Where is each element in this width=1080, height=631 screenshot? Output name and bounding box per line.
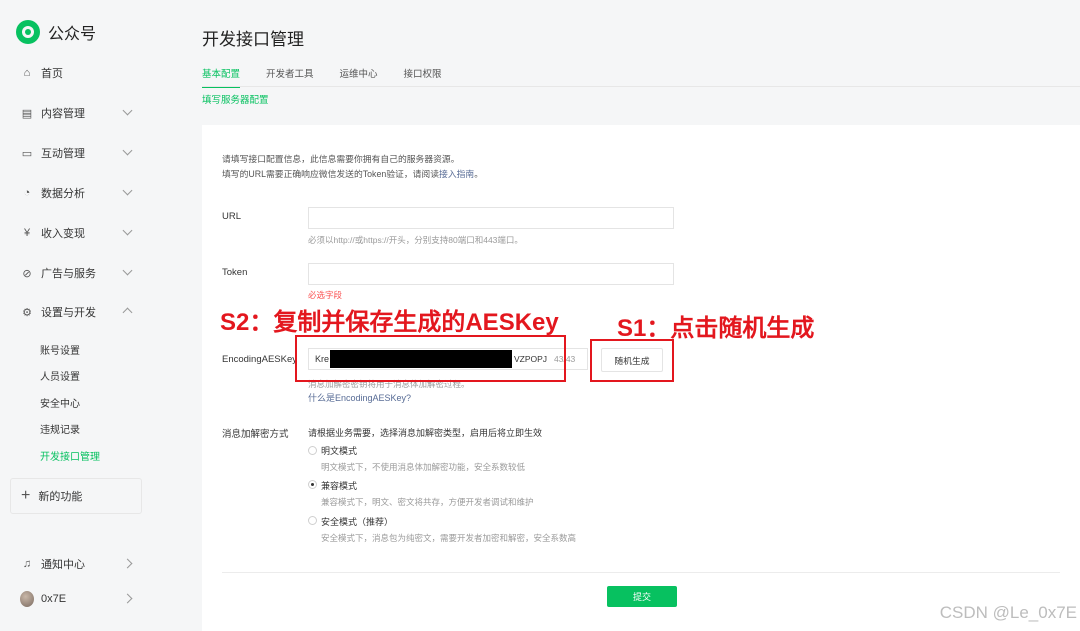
encryption-mode-label: 消息加解密方式 <box>222 429 289 440</box>
intro-text: 请填写接口配置信息，此信息需要你拥有自己的服务器资源。 填写的URL需要正确响应… <box>222 152 483 182</box>
money-icon: ¥ <box>23 227 31 239</box>
tab-ops-center[interactable]: 运维中心 <box>340 66 378 82</box>
token-error: 必选字段 <box>308 290 343 300</box>
radio-plaintext-desc: 明文模式下，不使用消息体加解密功能，安全系数较低 <box>321 462 526 472</box>
intro-line-1: 请填写接口配置信息，此信息需要你拥有自己的服务器资源。 <box>222 154 460 164</box>
form-divider <box>222 572 1060 573</box>
chevron-down-icon <box>122 145 133 156</box>
tab-developer-tools[interactable]: 开发者工具 <box>266 66 314 82</box>
annotation-s2-text: S2：复制并保存生成的AESKey <box>220 309 559 336</box>
chevron-right-icon <box>122 593 133 604</box>
annotation-s1-text: S1：点击随机生成 <box>617 315 815 342</box>
sidebar: 公众号 ⌂ 首页 ▤ 内容管理 ▭ 互动管理 ◔ 数据分析 ¥ 收入变现 ⊘ 广… <box>0 0 150 631</box>
submit-button[interactable]: 提交 <box>607 586 677 607</box>
radio-compatible-desc: 兼容模式下，明文、密文将共存，方便开发者调试和维护 <box>321 497 534 507</box>
app-logo[interactable]: 公众号 <box>16 20 96 44</box>
chat-icon: ▭ <box>21 147 33 160</box>
url-hint: 必须以http://或https://开头，分别支持80端口和443端口。 <box>308 235 523 245</box>
token-label: Token <box>222 267 248 278</box>
radio-secure-desc: 安全模式下，消息包为纯密文，需要开发者加密和解密，安全系数高 <box>321 533 577 543</box>
document-icon: ▤ <box>21 107 33 120</box>
chevron-down-icon <box>122 225 133 236</box>
radio-secure-label[interactable]: 安全模式（推荐） <box>321 515 393 528</box>
radio-plaintext[interactable] <box>308 446 317 455</box>
new-function-button[interactable]: + 新的功能 <box>10 478 142 514</box>
sidebar-sub-violations[interactable]: 违规记录 <box>40 421 80 436</box>
chevron-up-icon <box>122 307 133 318</box>
sidebar-item-content[interactable]: ▤ 内容管理 <box>20 103 135 123</box>
sidebar-item-label: 内容管理 <box>41 108 85 120</box>
sidebar-item-label: 设置与开发 <box>41 307 96 319</box>
sidebar-item-interaction[interactable]: ▭ 互动管理 <box>20 143 135 163</box>
what-is-aes-link[interactable]: 什么是EncodingAESKey? <box>308 391 411 404</box>
chevron-right-icon <box>122 558 133 569</box>
encryption-mode-description: 请根据业务需要，选择消息加解密类型，启用后将立即生效 <box>308 428 543 438</box>
new-function-label: 新的功能 <box>38 491 83 503</box>
tab-api-permissions[interactable]: 接口权限 <box>404 66 442 82</box>
compass-icon: ⊘ <box>22 267 32 280</box>
chevron-down-icon <box>122 265 133 276</box>
sidebar-item-notifications[interactable]: ♫ 通知中心 <box>20 554 135 574</box>
url-input[interactable] <box>308 207 674 229</box>
server-config-breadcrumb[interactable]: 填写服务器配置 <box>202 92 269 106</box>
url-label: URL <box>222 211 242 222</box>
access-guide-link[interactable]: 接入指南 <box>439 169 474 179</box>
aes-label: EncodingAESKey <box>222 354 297 365</box>
intro-line-2: 填写的URL需要正确响应微信发送的Token验证，请阅读接入指南。 <box>222 167 483 182</box>
radio-compatible[interactable] <box>308 480 317 489</box>
sidebar-item-label: 数据分析 <box>41 188 85 200</box>
bell-icon: ♫ <box>22 558 32 570</box>
sidebar-sub-dev-interface[interactable]: 开发接口管理 <box>40 448 100 463</box>
sidebar-sub-account-settings[interactable]: 账号设置 <box>40 342 80 357</box>
avatar <box>20 591 34 607</box>
tab-bar: 基本配置 开发者工具 运维中心 接口权限 <box>202 66 468 88</box>
intro-line-2-end: 。 <box>474 169 484 179</box>
radio-compatible-label[interactable]: 兼容模式 <box>321 479 357 492</box>
gear-icon: ⚙ <box>22 306 32 319</box>
page-title: 开发接口管理 <box>202 30 304 49</box>
sidebar-sub-security-center[interactable]: 安全中心 <box>40 395 80 410</box>
sidebar-sub-staff-settings[interactable]: 人员设置 <box>40 368 80 383</box>
sidebar-item-home[interactable]: ⌂ 首页 <box>20 63 135 83</box>
watermark: CSDN @Le_0x7E <box>939 603 1077 622</box>
chevron-down-icon <box>122 105 133 116</box>
tab-divider <box>202 86 1080 87</box>
tab-basic-config[interactable]: 基本配置 <box>202 66 241 88</box>
app-name: 公众号 <box>48 26 97 43</box>
sidebar-item-user[interactable]: 0x7E <box>20 589 135 609</box>
sidebar-item-label: 广告与服务 <box>41 268 96 280</box>
intro-line-2-text: 填写的URL需要正确响应微信发送的Token验证，请阅读 <box>222 169 440 179</box>
user-name: 0x7E <box>41 593 67 605</box>
sidebar-item-label: 首页 <box>41 68 63 80</box>
chevron-down-icon <box>122 185 133 196</box>
sidebar-item-ads[interactable]: ⊘ 广告与服务 <box>20 263 135 283</box>
sidebar-item-label: 通知中心 <box>41 559 85 571</box>
sidebar-item-label: 互动管理 <box>41 148 85 160</box>
wechat-official-logo-icon <box>16 20 40 44</box>
home-icon: ⌂ <box>23 67 31 79</box>
sidebar-item-monetization[interactable]: ¥ 收入变现 <box>20 223 135 243</box>
annotation-s1-box <box>590 339 674 382</box>
sidebar-item-label: 收入变现 <box>41 228 85 240</box>
pie-chart-icon: ◔ <box>23 187 31 199</box>
radio-plaintext-label[interactable]: 明文模式 <box>321 444 357 457</box>
radio-secure[interactable] <box>308 516 317 525</box>
token-input[interactable] <box>308 263 674 285</box>
sidebar-item-analytics[interactable]: ◔ 数据分析 <box>20 183 135 203</box>
annotation-s2-box <box>295 335 566 382</box>
plus-icon: + <box>21 487 31 504</box>
sidebar-item-settings[interactable]: ⚙ 设置与开发 <box>20 302 135 322</box>
